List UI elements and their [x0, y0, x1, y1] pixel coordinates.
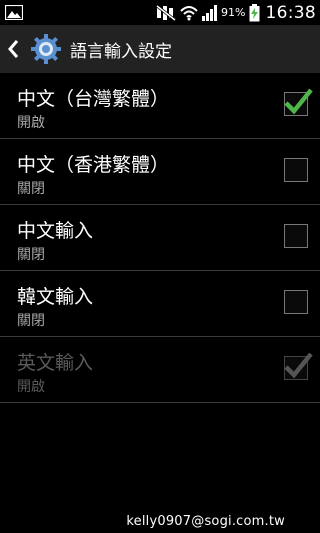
item-status: 開啟	[17, 379, 45, 395]
settings-list: 中文（台灣繁體） 開啟 中文（香港繁體） 關閉 中文輸入 關閉 韓文輸入 關閉 …	[0, 73, 320, 403]
image-notification-icon	[5, 5, 23, 20]
action-bar: 語言輸入設定	[0, 25, 320, 73]
battery-charging-icon	[249, 3, 259, 21]
page-title: 語言輸入設定	[70, 42, 172, 62]
wifi-icon	[180, 5, 198, 20]
item-status: 開啟	[17, 115, 45, 131]
item-status: 關閉	[17, 247, 45, 263]
signal-icon	[202, 4, 218, 21]
list-item-hongkong-traditional[interactable]: 中文（香港繁體） 關閉	[0, 139, 320, 205]
item-label: 中文輸入	[17, 220, 94, 242]
checkbox-checked-disabled	[284, 352, 313, 380]
mute-icon	[156, 4, 176, 21]
list-item-taiwan-traditional[interactable]: 中文（台灣繁體） 開啟	[0, 73, 320, 139]
checkbox-unchecked[interactable]	[284, 158, 308, 182]
checkbox-checked[interactable]	[284, 88, 313, 116]
item-label: 中文（香港繁體）	[17, 154, 170, 176]
checkmark-icon	[284, 352, 313, 379]
battery-percent: 91%	[221, 6, 246, 19]
list-item-korean-input[interactable]: 韓文輸入 關閉	[0, 271, 320, 337]
checkbox-unchecked[interactable]	[284, 224, 308, 248]
back-chevron-icon[interactable]	[7, 39, 19, 59]
item-status: 關閉	[17, 313, 45, 329]
list-item-english-input: 英文輸入 開啟	[0, 337, 320, 403]
settings-gear-icon[interactable]	[30, 33, 62, 65]
checkmark-icon	[284, 88, 313, 115]
watermark-text: kelly0907@sogi.com.tw	[126, 514, 285, 529]
item-label: 英文輸入	[17, 352, 94, 374]
status-icons: 91% 16:38	[156, 0, 316, 25]
status-bar: 91% 16:38	[0, 0, 320, 25]
item-status: 關閉	[17, 181, 45, 197]
clock: 16:38	[265, 2, 316, 23]
checkbox-unchecked[interactable]	[284, 290, 308, 314]
list-item-chinese-input[interactable]: 中文輸入 關閉	[0, 205, 320, 271]
item-label: 中文（台灣繁體）	[17, 88, 170, 110]
item-label: 韓文輸入	[17, 286, 94, 308]
